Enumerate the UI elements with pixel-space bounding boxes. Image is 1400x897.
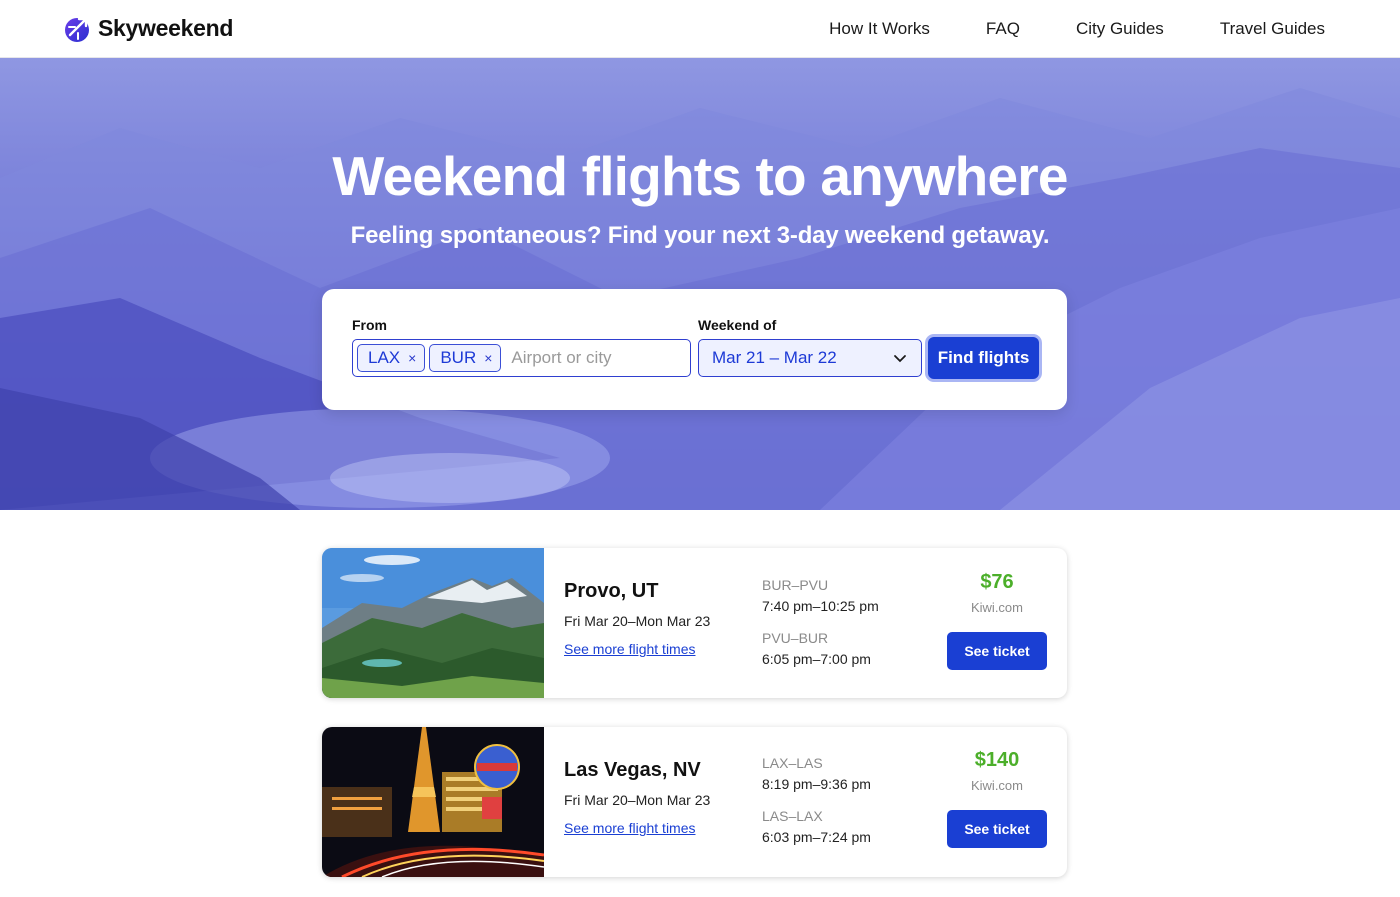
see-more-flight-times-link[interactable]: See more flight times <box>564 820 696 836</box>
see-ticket-button[interactable]: See ticket <box>947 632 1047 670</box>
outbound-route: BUR–PVU <box>762 577 829 593</box>
outbound-time: 7:40 pm–10:25 pm <box>762 598 879 614</box>
hero-subtitle: Feeling spontaneous? Find your next 3-da… <box>350 222 1050 249</box>
origin-field[interactable]: LAX × BUR × <box>352 339 691 377</box>
outbound-time: 8:19 pm–9:36 pm <box>762 776 871 792</box>
result-card: Las Vegas, NV Fri Mar 20–Mon Mar 23 See … <box>322 727 1067 877</box>
weekend-value: Mar 21 – Mar 22 <box>712 348 837 367</box>
hero-title: Weekend flights to anywhere <box>332 145 1068 207</box>
see-more-flight-times-link[interactable]: See more flight times <box>564 641 696 657</box>
origin-input[interactable] <box>511 348 662 368</box>
destination-city: Las Vegas, NV <box>564 759 701 781</box>
destination-photo <box>322 548 544 698</box>
origin-chip-label: BUR <box>440 348 477 367</box>
origin-chip-label: LAX <box>368 348 401 367</box>
outbound-route: LAX–LAS <box>762 755 823 771</box>
nav-travel-guides[interactable]: Travel Guides <box>1220 19 1325 39</box>
hero-section: Weekend flights to anywhere Feeling spon… <box>0 58 1400 510</box>
hero-mountains-image <box>0 88 1400 510</box>
site-header: Skyweekend How It Works FAQ City Guides … <box>0 0 1400 58</box>
main-nav: How It Works FAQ City Guides Travel Guid… <box>829 19 1325 39</box>
price-source: Kiwi.com <box>970 778 1023 793</box>
nav-faq[interactable]: FAQ <box>986 19 1020 39</box>
price-source: Kiwi.com <box>970 600 1023 615</box>
trip-dates: Fri Mar 20–Mon Mar 23 <box>564 613 711 629</box>
price: $140 <box>974 749 1020 771</box>
trip-dates: Fri Mar 20–Mon Mar 23 <box>564 792 711 808</box>
remove-chip-icon[interactable]: × <box>408 350 416 366</box>
weekend-label: Weekend of <box>698 317 777 333</box>
price: $76 <box>980 571 1014 593</box>
find-flights-button[interactable]: Find flights <box>928 337 1039 379</box>
brand-name: Skyweekend <box>98 14 234 41</box>
destination-city: Provo, UT <box>564 580 659 602</box>
return-time: 6:05 pm–7:00 pm <box>762 651 871 667</box>
destination-photo <box>322 727 544 877</box>
logo[interactable]: Skyweekend <box>64 13 233 43</box>
return-route: PVU–BUR <box>762 630 829 646</box>
origin-chip[interactable]: BUR × <box>429 344 502 372</box>
chevron-down-icon <box>894 355 906 363</box>
return-time: 6:03 pm–7:24 pm <box>762 829 871 845</box>
remove-chip-icon[interactable]: × <box>484 350 492 366</box>
see-ticket-button[interactable]: See ticket <box>947 810 1047 848</box>
return-route: LAS–LAX <box>762 808 823 824</box>
search-form: From LAX × BUR × Weekend of Mar 21 – Mar… <box>322 289 1067 410</box>
nav-how-it-works[interactable]: How It Works <box>829 19 930 39</box>
origin-chip[interactable]: LAX × <box>357 344 426 372</box>
weekend-select[interactable]: Mar 21 – Mar 22 <box>698 339 922 377</box>
from-label: From <box>352 317 387 333</box>
result-card: Provo, UT Fri Mar 20–Mon Mar 23 See more… <box>322 548 1067 698</box>
nav-city-guides[interactable]: City Guides <box>1076 19 1164 39</box>
logo-icon <box>65 17 89 42</box>
